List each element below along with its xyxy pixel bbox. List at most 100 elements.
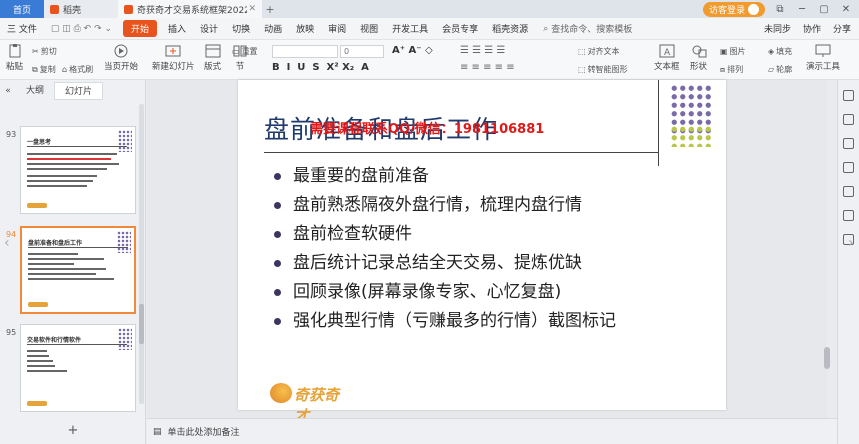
collapse-panel-icon[interactable]: « — [0, 86, 16, 96]
menu-insert[interactable]: 插入 — [161, 22, 193, 35]
tab-slides[interactable]: 幻灯片 — [54, 82, 104, 100]
cut-label: 剪切 — [40, 47, 57, 56]
cut-button[interactable]: ✂ 剪切 — [32, 46, 57, 57]
bullet-list[interactable]: 最重要的盘前准备 盘前熟悉隔夜外盘行情，梳理内盘行情 盘前检查软硬件 盘后统计记… — [274, 162, 616, 336]
alignment-icons[interactable]: ≡ ≡ ≡ ≡ ≡ — [460, 62, 515, 73]
menu-developer[interactable]: 开发工具 — [385, 22, 435, 35]
menu-review[interactable]: 审阅 — [321, 22, 353, 35]
outline-button[interactable]: ▱ 轮廓 — [768, 64, 792, 75]
presenter-tools-button[interactable]: 演示工具 — [806, 44, 840, 72]
quick-access-icons[interactable]: ▢ ◫ ⎙ ↶ ↷ ⌄ — [44, 24, 119, 34]
avatar — [748, 3, 759, 15]
play-icon — [114, 44, 128, 58]
bullet-text: 盘前熟悉隔夜外盘行情，梳理内盘行情 — [293, 195, 582, 215]
fill-button[interactable]: ◈ 填充 — [768, 46, 792, 57]
close-tab-icon[interactable]: ✕ — [248, 4, 256, 14]
right-rail — [837, 80, 859, 444]
font-size-adjust-icons[interactable]: A⁺ A⁻ ◇ — [392, 45, 433, 56]
minimize-button[interactable]: ─ — [795, 4, 809, 15]
reset-button[interactable]: ▭ 重置 — [232, 46, 258, 57]
prev-slide-icon[interactable]: ‹ — [4, 235, 10, 251]
menu-start[interactable]: 开始 — [123, 20, 158, 37]
text-format-icons[interactable]: B I U S X² X₂ A — [272, 62, 369, 73]
sync-status[interactable]: 未同步 — [764, 22, 791, 35]
canvas-scrollbar[interactable] — [824, 82, 830, 412]
paste-icon — [9, 44, 20, 58]
animation-pane-icon[interactable] — [843, 138, 854, 149]
thumbnail-rule — [28, 247, 128, 248]
menu-design[interactable]: 设计 — [193, 22, 225, 35]
collaborate-button[interactable]: 协作 — [803, 22, 821, 35]
paragraph-icons[interactable]: ☰ ☰ ☰ ☰ — [460, 45, 505, 56]
transition-pane-icon[interactable] — [843, 162, 854, 173]
new-slide-button[interactable]: 新建幻灯片 — [152, 44, 195, 72]
outline-icon: ▱ — [768, 65, 775, 74]
tab-home-label: 首页 — [12, 5, 31, 16]
thumbnail-line — [28, 263, 74, 265]
text-box-button[interactable]: A 文本框 — [654, 44, 680, 72]
shape-button[interactable]: 形状 — [690, 44, 707, 72]
menu-view[interactable]: 视图 — [353, 22, 385, 35]
menu-animation[interactable]: 动画 — [257, 22, 289, 35]
bullet-item: 盘前熟悉隔夜外盘行情，梳理内盘行情 — [274, 191, 616, 220]
thumbnail-title: 盘前准备和盘后工作 — [28, 240, 83, 247]
picture-button[interactable]: ▣ 图片 — [720, 46, 746, 57]
restore-tabs-icon[interactable]: ⧉ — [773, 4, 787, 15]
arrange-button[interactable]: ⧈ 排列 — [720, 64, 743, 75]
slide-number: 95 — [6, 328, 17, 337]
smartart-button[interactable]: ⬚ 转智能图形 — [578, 64, 628, 75]
menu-slideshow[interactable]: 放映 — [289, 22, 321, 35]
thumbnail-line — [27, 175, 97, 177]
tab-document[interactable]: 奇获奇才交易系统框架20220422 ✕ — [118, 0, 262, 18]
menu-transition[interactable]: 切换 — [225, 22, 257, 35]
paste-button[interactable]: 粘贴 — [6, 44, 23, 72]
visitor-login-button[interactable]: 访客登录 — [702, 1, 765, 17]
align-text-button[interactable]: ⬚ 对齐文本 — [578, 46, 620, 57]
thumbnail-line — [27, 168, 107, 170]
selection-pane-icon[interactable] — [843, 186, 854, 197]
tab-docer[interactable]: 稻壳 — [44, 0, 118, 18]
visitor-login-label: 访客登录 — [708, 5, 745, 16]
add-slide-button[interactable]: + — [0, 423, 146, 438]
scrollbar-thumb[interactable] — [824, 347, 830, 369]
notes-pane[interactable]: ▤ 单击此处添加备注 — [147, 418, 837, 444]
slide-thumbnail[interactable]: 一盘思考 — [20, 126, 136, 214]
docer-icon — [50, 4, 59, 14]
section-label: 节 — [235, 62, 245, 72]
thumbnail-line — [27, 180, 93, 182]
slide-thumbnail[interactable]: 交易软件和行情软件 — [20, 324, 136, 412]
scrollbar-thumb[interactable] — [139, 304, 144, 344]
command-search[interactable]: ⌕ 查找命令、搜索模板 — [543, 22, 632, 36]
slide-panel-scrollbar[interactable] — [139, 104, 144, 404]
next-slide-icon[interactable]: › — [848, 235, 854, 251]
bullet-icon — [274, 318, 281, 325]
layout-button[interactable]: 版式 — [204, 44, 221, 72]
share-button[interactable]: 分享 — [833, 22, 851, 35]
menu-docer-resources[interactable]: 稻壳资源 — [485, 22, 535, 35]
maximize-button[interactable]: ▢ — [817, 4, 831, 15]
align-text-label: 对齐文本 — [587, 47, 620, 56]
properties-icon[interactable] — [843, 90, 854, 101]
thumbnail-title: 一盘思考 — [27, 139, 52, 146]
format-painter-button[interactable]: ⌂ 格式刷 — [62, 64, 93, 75]
menu-file[interactable]: 三 文件 — [0, 22, 44, 35]
logo-mark-icon — [270, 383, 292, 403]
menu-member[interactable]: 会员专享 — [435, 22, 485, 35]
new-tab-button[interactable]: + — [262, 3, 278, 16]
slide-thumbnail-selected[interactable]: 盘前准备和盘后工作 — [20, 226, 136, 314]
font-family-select[interactable] — [272, 45, 338, 58]
tab-outline[interactable]: 大纲 — [16, 82, 54, 100]
decorative-dots-accent — [670, 125, 714, 147]
close-button[interactable]: ✕ — [839, 4, 853, 15]
bullet-icon — [274, 231, 281, 238]
font-size-select[interactable]: 0 — [340, 45, 384, 58]
style-icon[interactable] — [843, 114, 854, 125]
text-box-icon: A — [659, 44, 675, 58]
thumbnail-line — [27, 365, 55, 367]
current-slide[interactable]: 盘前准备和盘后工作 需要课程联系QQ/微信：1981106881 最重要的盘前准… — [238, 80, 726, 425]
reset-icon: ▭ — [232, 47, 240, 56]
tab-home[interactable]: 首页 — [0, 0, 44, 18]
backup-icon[interactable] — [843, 210, 854, 221]
play-from-current-button[interactable]: 当页开始 — [104, 44, 138, 72]
copy-button[interactable]: ⧉ 复制 — [32, 64, 56, 75]
